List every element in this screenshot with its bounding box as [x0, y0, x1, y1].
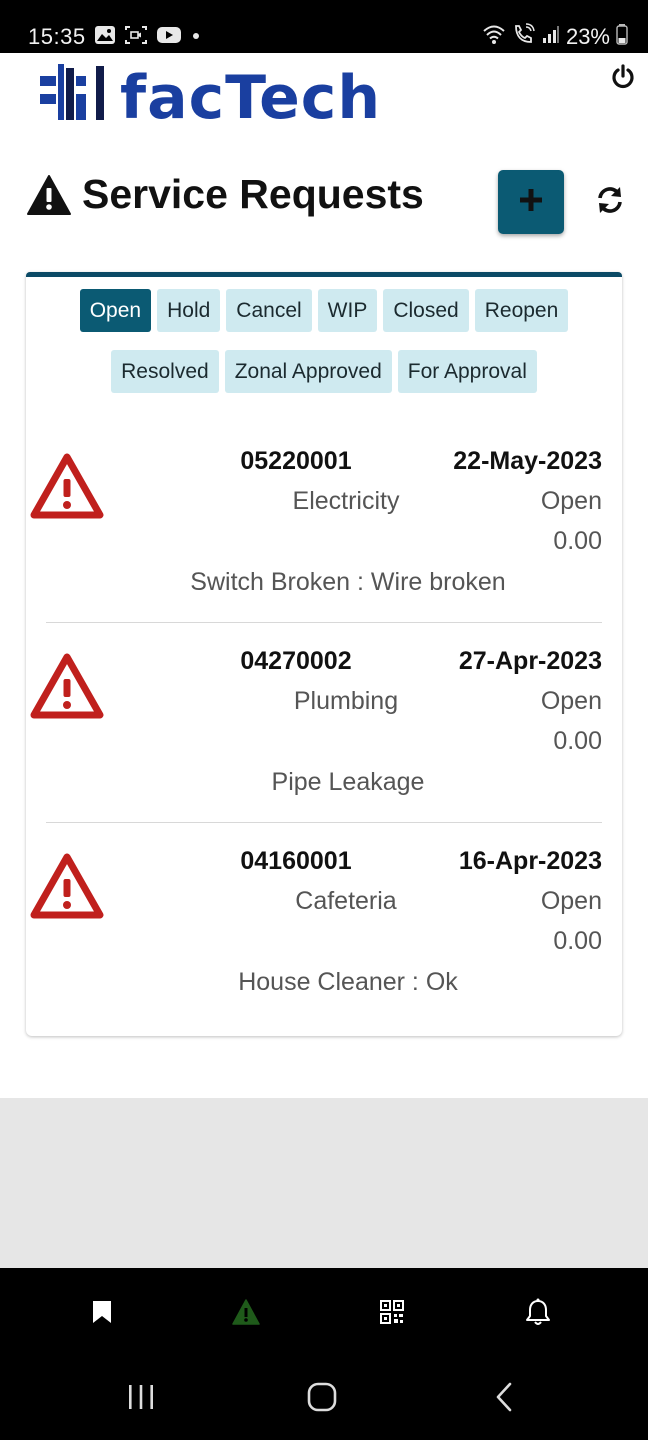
status-time: 15:35 — [28, 24, 86, 49]
recents-icon — [126, 1384, 156, 1415]
request-list-item[interactable]: 05220001 22-May-2023 Electricity Open 0.… — [26, 423, 622, 623]
request-number: 05220001 — [240, 447, 352, 475]
request-description: Pipe Leakage — [271, 768, 425, 796]
refresh-icon — [596, 186, 624, 219]
bell-icon — [525, 1298, 551, 1331]
back-icon — [494, 1382, 514, 1417]
request-category: Cafeteria — [295, 887, 397, 915]
gallery-icon — [94, 25, 116, 50]
system-navigation-bar — [0, 1358, 648, 1440]
power-icon — [610, 63, 636, 95]
bookmark-icon — [92, 1300, 112, 1329]
qr-code-icon — [380, 1299, 404, 1329]
nav-notifications[interactable] — [522, 1298, 554, 1330]
tab-resolved[interactable]: Resolved — [111, 350, 219, 393]
request-amount: 0.00 — [553, 527, 602, 555]
nav-bookmarks[interactable] — [86, 1298, 118, 1330]
recents-button[interactable] — [121, 1382, 161, 1416]
request-number: 04270002 — [240, 647, 352, 675]
home-icon — [307, 1382, 337, 1417]
status-bar: 15:35 23% — [0, 0, 648, 53]
status-notification-icons — [94, 25, 202, 50]
warning-icon — [232, 1298, 260, 1330]
screen-record-icon — [124, 25, 148, 50]
request-status: Open — [540, 487, 602, 515]
status-system-icons: 23% — [482, 23, 628, 51]
plus-icon — [518, 187, 544, 218]
battery-icon — [616, 23, 628, 51]
tab-closed[interactable]: Closed — [383, 289, 469, 332]
tab-wip[interactable]: WIP — [317, 289, 378, 332]
page-title-area: Service Requests — [26, 168, 446, 220]
page-title: Service Requests — [82, 171, 424, 217]
request-description: House Cleaner : Ok — [238, 968, 458, 996]
request-list-item[interactable]: 04270002 27-Apr-2023 Plumbing Open 0.00 … — [26, 623, 622, 823]
request-amount: 0.00 — [553, 927, 602, 955]
youtube-icon — [156, 25, 182, 50]
bottom-navigation — [0, 1268, 648, 1358]
home-button[interactable] — [302, 1382, 342, 1416]
refresh-button[interactable] — [592, 184, 628, 220]
power-button[interactable] — [606, 62, 640, 96]
request-status: Open — [540, 887, 602, 915]
warning-icon — [26, 174, 72, 216]
request-description: Switch Broken : Wire broken — [190, 568, 506, 596]
request-number: 04160001 — [240, 847, 352, 875]
tab-for-approval[interactable]: For Approval — [397, 350, 537, 393]
tab-hold[interactable]: Hold — [157, 289, 221, 332]
request-date: 22-May-2023 — [453, 447, 602, 475]
request-date: 16-Apr-2023 — [458, 847, 602, 875]
request-status: Open — [540, 687, 602, 715]
service-requests-card: Open Hold Cancel WIP Closed Reopen Resol… — [26, 272, 622, 1036]
tab-open[interactable]: Open — [79, 289, 152, 332]
warning-icon — [30, 453, 104, 519]
add-request-button[interactable] — [498, 170, 564, 234]
dot-icon — [190, 25, 202, 50]
battery-percent: 23% — [565, 24, 610, 49]
tab-reopen[interactable]: Reopen — [474, 289, 569, 332]
request-list-item[interactable]: 04160001 16-Apr-2023 Cafeteria Open 0.00… — [26, 823, 622, 1023]
back-button[interactable] — [484, 1382, 524, 1416]
tab-cancel[interactable]: Cancel — [226, 289, 312, 332]
request-date: 27-Apr-2023 — [458, 647, 602, 675]
warning-icon — [30, 853, 104, 919]
wifi-calling-icon — [512, 23, 536, 51]
warning-icon — [30, 653, 104, 719]
content-footer-area — [0, 1098, 648, 1268]
request-category: Electricity — [292, 487, 400, 515]
request-category: Plumbing — [293, 687, 399, 715]
factech-logo: facTech — [38, 60, 418, 133]
nav-service-requests[interactable] — [230, 1298, 262, 1330]
wifi-icon — [482, 23, 506, 51]
nav-qr-scanner[interactable] — [376, 1298, 408, 1330]
svg-text:facTech: facTech — [120, 63, 381, 124]
status-tabs-row-1: Open Hold Cancel WIP Closed Reopen — [26, 289, 622, 332]
signal-icon — [542, 23, 560, 51]
status-tabs-row-2: Resolved Zonal Approved For Approval — [26, 350, 622, 393]
tab-zonal-approved[interactable]: Zonal Approved — [224, 350, 392, 393]
request-amount: 0.00 — [553, 727, 602, 755]
